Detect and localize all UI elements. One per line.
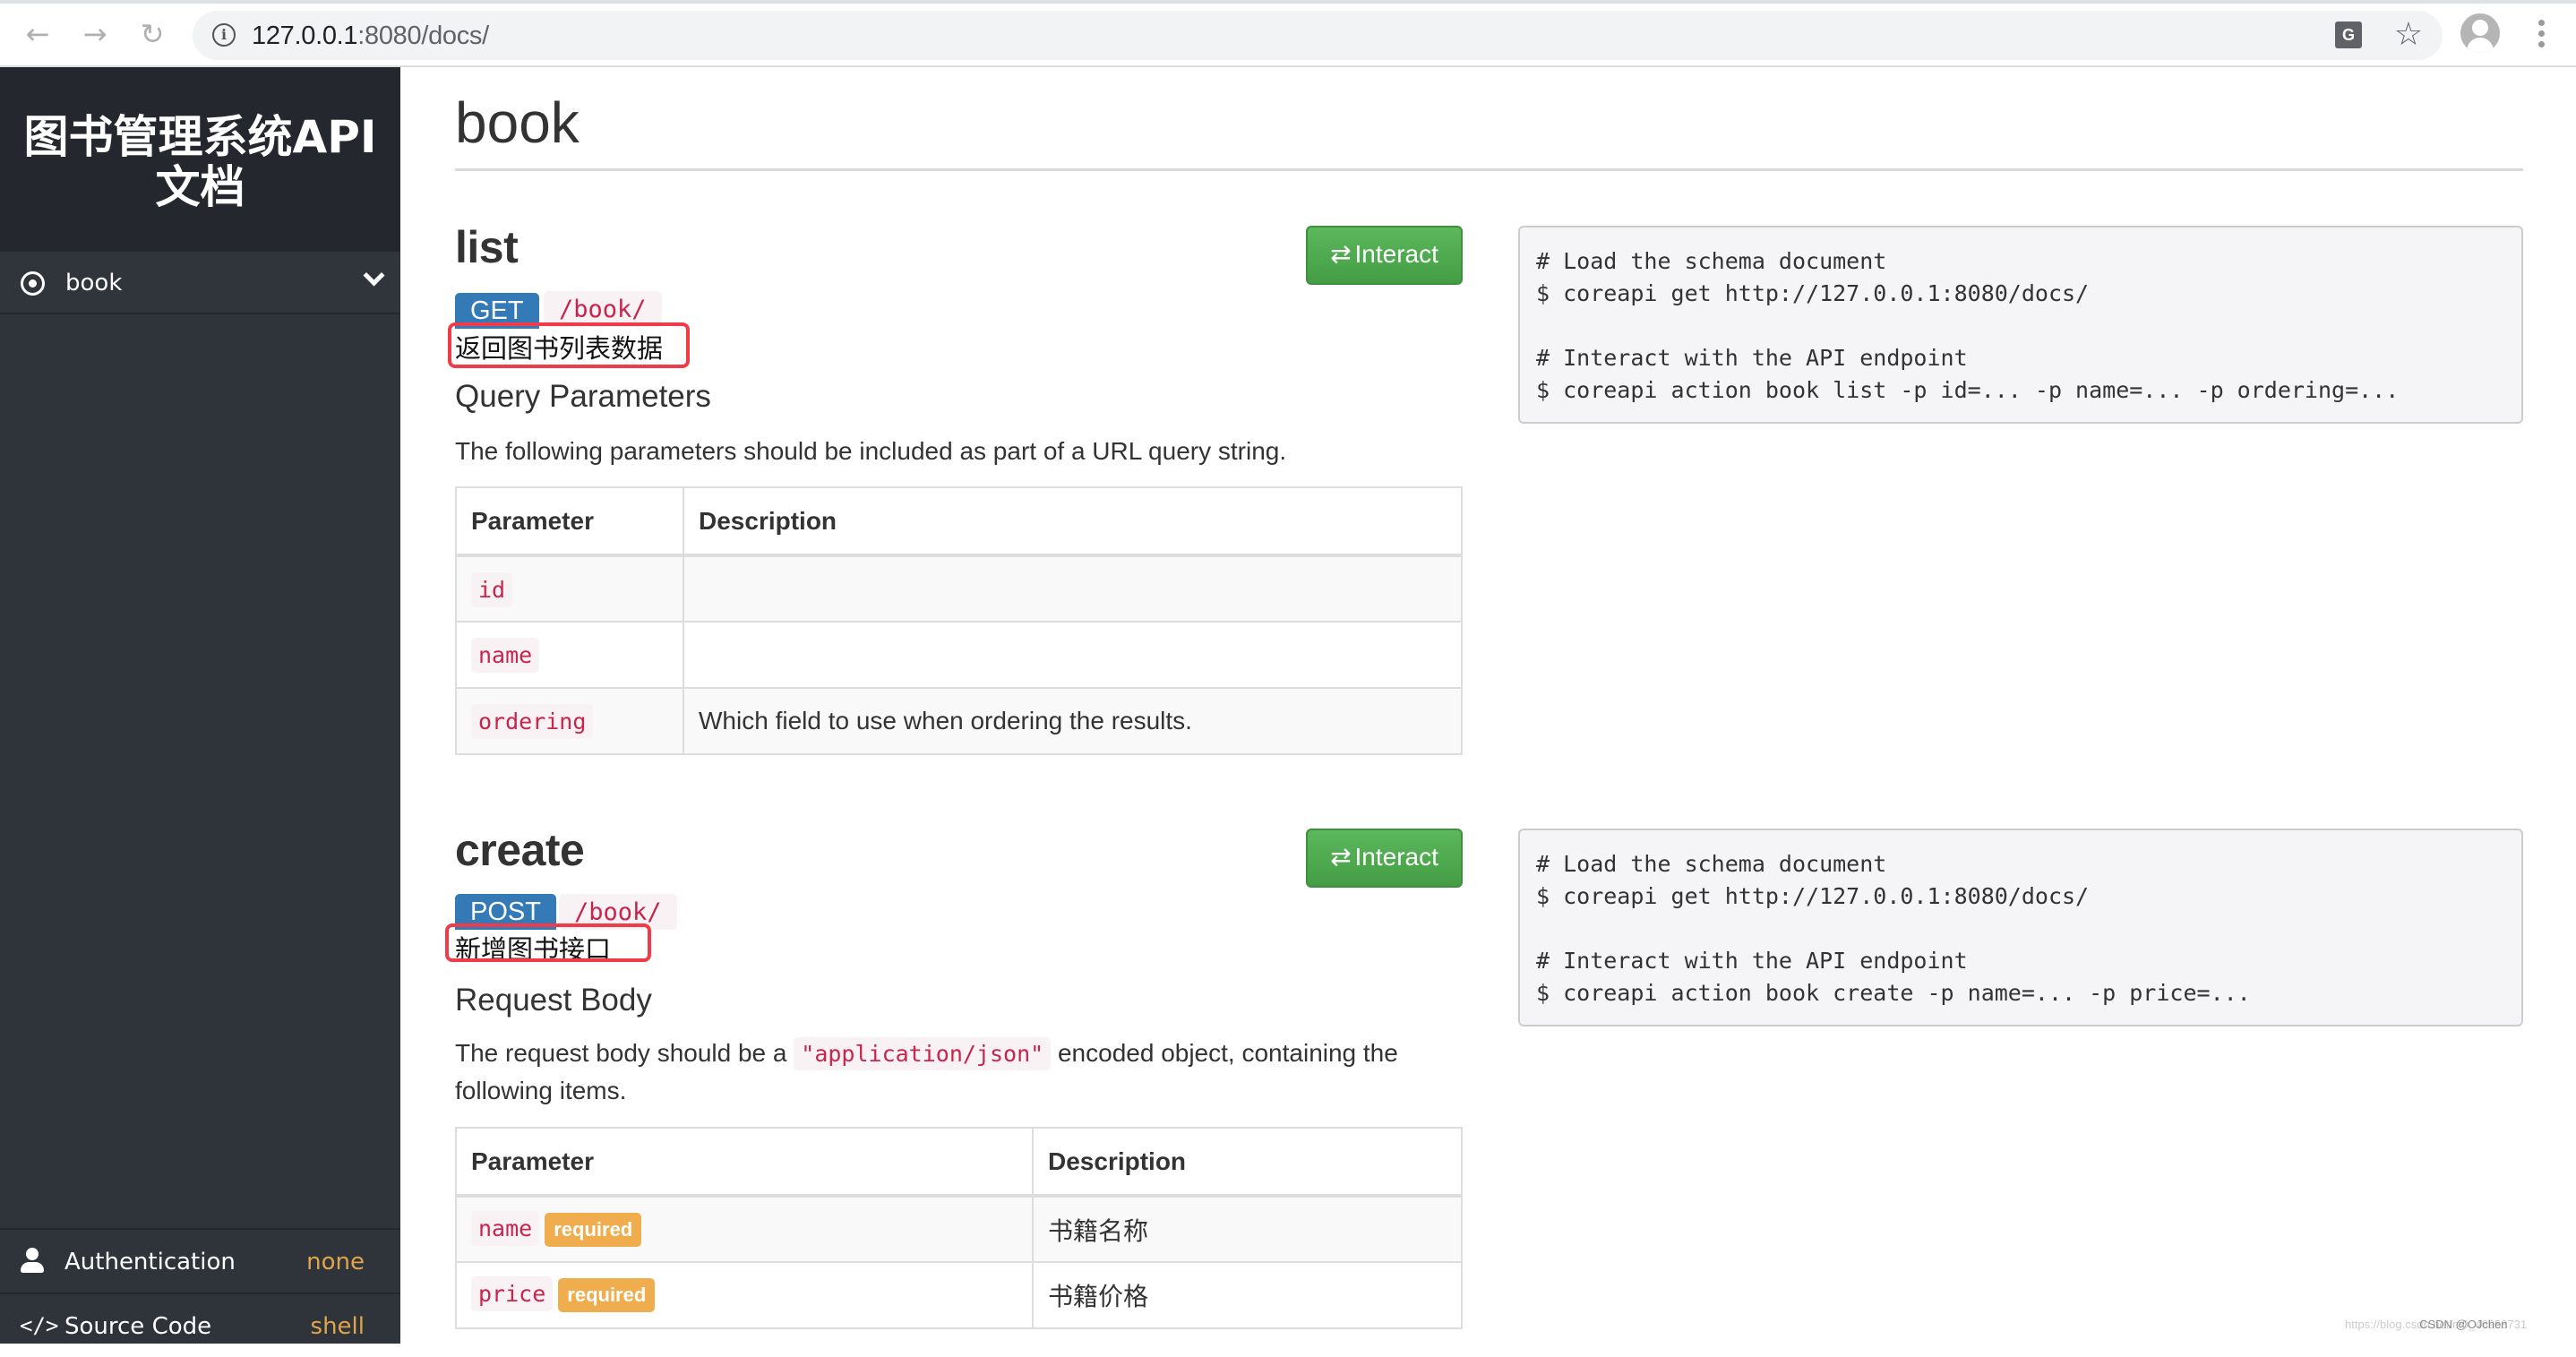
code-icon: </> (20, 1313, 59, 1338)
table-row: name required 书籍名称 (455, 1195, 1463, 1263)
section-text: The request body should be a "applicatio… (455, 1037, 1398, 1104)
endpoint-path: /book/ (544, 291, 662, 327)
endpoint-title-list: list (455, 222, 519, 272)
annotation-highlight-box (448, 322, 690, 368)
bookmark-star-icon[interactable]: ☆ (2394, 16, 2423, 52)
address-bar[interactable]: i 127.0.0.1:8080/docs/ G ☆ (193, 11, 2443, 60)
code-line: # Load the schema document (1536, 851, 1887, 877)
authentication-value: none (306, 1249, 365, 1275)
code-line: # Load the schema document (1536, 248, 1887, 274)
browser-menu-icon[interactable] (2537, 20, 2546, 50)
param-cell: name required (455, 1195, 1034, 1263)
description-cell: 书籍价格 (1032, 1261, 1463, 1329)
param-cell: name (455, 621, 684, 689)
column-header-parameter: Parameter (455, 1127, 1034, 1197)
code-example-list: # Load the schema document $ coreapi get … (1518, 226, 2523, 424)
table-header-row: Parameter Description (455, 1127, 1463, 1197)
param-name: ordering (471, 704, 594, 739)
description-cell: Which field to use when ordering the res… (683, 687, 1463, 755)
table-row: id (455, 554, 1463, 623)
table-row: price required 书籍价格 (455, 1261, 1463, 1329)
param-name: name (471, 638, 540, 673)
page-title: book (455, 90, 580, 155)
code-example-create: # Load the schema document $ coreapi get … (1518, 829, 2523, 1026)
endpoint-title-create: create (455, 825, 585, 875)
forward-button[interactable]: → (77, 16, 113, 52)
interact-button-create[interactable]: ⇄ Interact (1306, 829, 1463, 888)
sidebar-item-label: book (65, 270, 123, 296)
watermark: https://blog.csdn.net/m0_46958731CSDN @O… (2345, 1318, 2528, 1331)
swap-arrows-icon: ⇄ (1330, 239, 1352, 269)
back-button[interactable]: ← (20, 16, 56, 52)
param-name: name (471, 1210, 540, 1246)
column-header-description: Description (683, 486, 1463, 556)
reload-icon: ↻ (140, 17, 165, 51)
sidebar-source-code[interactable]: </> Source Code shell (0, 1293, 400, 1357)
section-text: The following parameters should be inclu… (455, 437, 1287, 465)
reload-button[interactable]: ↻ (134, 16, 170, 52)
section-title-request-body: Request Body (455, 983, 652, 1018)
description-cell (683, 621, 1463, 689)
tab-strip (0, 0, 2576, 4)
table-row: name (455, 621, 1463, 689)
param-cell: id (455, 554, 684, 623)
code-line: $ coreapi action book list -p id=... -p … (1536, 377, 2400, 403)
sidebar-brand[interactable]: 图书管理系统API文档 (0, 67, 400, 252)
sidebar-authentication[interactable]: Authentication none (0, 1228, 400, 1293)
user-icon (20, 1248, 47, 1275)
section-title-query-parameters: Query Parameters (455, 379, 711, 414)
param-cell: price required (455, 1261, 1034, 1329)
param-cell: ordering (455, 687, 684, 755)
request-body-table: Parameter Description name required 书籍名称 … (455, 1127, 1463, 1329)
table-row: ordering Which field to use when orderin… (455, 687, 1463, 755)
code-line: # Interact with the API endpoint (1536, 345, 1968, 371)
description-cell: 书籍名称 (1032, 1195, 1463, 1263)
inline-code: "application/json" (794, 1037, 1052, 1070)
title-divider (455, 168, 2523, 171)
sidebar: 图书管理系统API文档 book Authentication none </>… (0, 67, 400, 1344)
description-cell (683, 554, 1463, 623)
sidebar-item-book[interactable]: book (0, 252, 400, 314)
source-code-value: shell (310, 1313, 365, 1340)
query-parameters-table: Parameter Description id name ordering W… (455, 486, 1463, 755)
required-badge: required (545, 1212, 642, 1247)
param-name: price (471, 1276, 554, 1312)
authentication-label: Authentication (64, 1249, 236, 1275)
column-header-description: Description (1032, 1127, 1463, 1197)
code-line: # Interact with the API endpoint (1536, 948, 1968, 974)
code-line: $ coreapi action book create -p name=...… (1536, 980, 2251, 1006)
param-name: id (471, 571, 513, 607)
chevron-down-icon (363, 268, 382, 288)
annotation-highlight-box (445, 923, 651, 962)
translate-icon[interactable]: G (2335, 21, 2362, 48)
arrow-right-icon: → (82, 17, 107, 51)
code-line: $ coreapi get http://127.0.0.1:8080/docs… (1536, 883, 2090, 909)
main-content: book list ⇄ Interact GET /book/ 返回图书列表数据 … (400, 67, 2576, 1344)
url-text[interactable]: 127.0.0.1:8080/docs/ (252, 21, 489, 51)
profile-avatar[interactable] (2460, 13, 2500, 53)
browser-toolbar: ← → ↻ i 127.0.0.1:8080/docs/ G ☆ (0, 0, 2576, 67)
info-icon[interactable]: i (212, 23, 236, 47)
table-header-row: Parameter Description (455, 486, 1463, 556)
radio-dot-icon (21, 271, 45, 296)
column-header-parameter: Parameter (455, 486, 684, 556)
code-line: $ coreapi get http://127.0.0.1:8080/docs… (1536, 280, 2090, 306)
swap-arrows-icon: ⇄ (1330, 842, 1352, 872)
required-badge: required (558, 1278, 656, 1312)
arrow-left-icon: ← (25, 17, 50, 51)
source-code-label: Source Code (64, 1313, 212, 1340)
interact-button-list[interactable]: ⇄ Interact (1306, 226, 1463, 285)
